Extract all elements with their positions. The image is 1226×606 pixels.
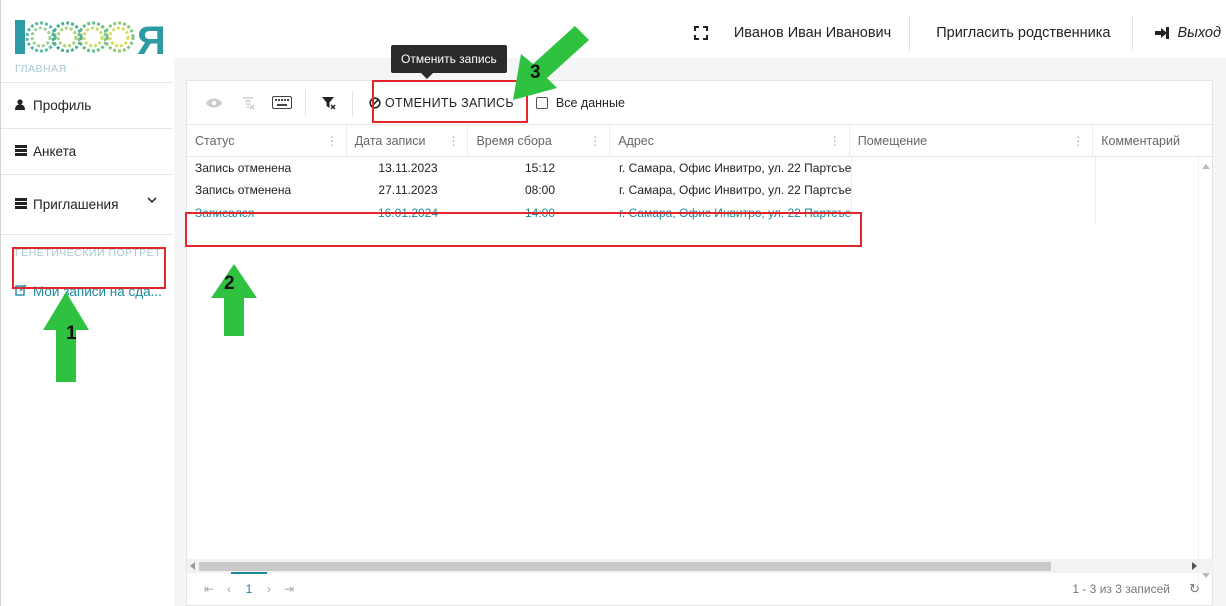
- cell-date: 27.11.2023: [378, 183, 438, 197]
- user-name[interactable]: Иванов Иван Иванович: [734, 14, 909, 52]
- grid-toolbar: ОТМЕНИТЬ ЗАПИСЬ Все данные: [187, 81, 1212, 125]
- refresh-icon[interactable]: ↻: [1189, 581, 1200, 597]
- last-page-icon[interactable]: ⇥: [279, 582, 299, 596]
- page-number-current[interactable]: 1: [231, 572, 267, 596]
- highlight-box-1: [12, 247, 166, 289]
- top-actions: Иванов Иван Иванович Пригласить родствен…: [684, 14, 1226, 52]
- sidebar-item-invitations[interactable]: Приглашения: [1, 174, 173, 234]
- grid-header: Статус ⋮ Дата записи ⋮ Время сбора ⋮ Адрес ⋮…: [187, 125, 1212, 157]
- logout-label: Выход: [1177, 25, 1221, 41]
- pager-info: 1 - 3 из 3 записей: [1072, 582, 1170, 596]
- arrow-down-left-icon: [513, 26, 589, 100]
- app-window: Я Иванов Иван Иванович Пригласить родств…: [0, 0, 1226, 606]
- cell-time: 08:00: [524, 183, 556, 197]
- keyboard-icon[interactable]: [265, 88, 299, 118]
- highlight-box-3: [372, 80, 528, 123]
- column-label: Дата записи: [354, 134, 426, 148]
- pager: ⇤ ‹ 1 › ⇥ 1 - 3 из 3 записей ↻: [187, 572, 1214, 605]
- user-icon: [15, 98, 27, 113]
- chevron-down-icon: [147, 192, 157, 207]
- divider: [352, 89, 353, 116]
- next-page-icon[interactable]: ›: [259, 582, 279, 596]
- column-menu-icon[interactable]: ⋮: [829, 125, 841, 157]
- table-row[interactable]: Запись отменена 13.11.2023 15:12 г. Сама…: [187, 157, 1212, 179]
- eye-icon[interactable]: [197, 88, 231, 118]
- column-label: Комментарий: [1101, 134, 1180, 148]
- cell-status: Запись отменена: [195, 183, 292, 197]
- highlight-box-2: [185, 212, 862, 247]
- cell-address: г. Самара, Офис Инвитро, ул. 22 Партсъез: [619, 161, 851, 175]
- list-icon: [15, 197, 27, 212]
- cell-time: 15:12: [524, 161, 556, 175]
- sidebar-item-label: Приглашения: [33, 197, 119, 212]
- column-header-comment[interactable]: Комментарий: [1093, 125, 1212, 157]
- horizontal-scrollbar[interactable]: [187, 559, 1214, 573]
- logout-button[interactable]: Выход: [1133, 14, 1226, 52]
- logo: Я: [15, 19, 165, 60]
- annotation-number-3: 3: [530, 62, 541, 83]
- invite-relative-button[interactable]: Пригласить родственника: [910, 14, 1132, 52]
- column-label: Время сбора: [476, 134, 552, 148]
- column-menu-icon[interactable]: ⋮: [326, 125, 338, 157]
- column-header-address[interactable]: Адрес ⋮: [610, 125, 850, 157]
- column-header-time[interactable]: Время сбора ⋮: [468, 125, 611, 157]
- list-icon: [15, 144, 27, 159]
- header: Я Иванов Иван Иванович Пригласить родств…: [1, 0, 1226, 62]
- column-menu-icon[interactable]: ⋮: [1072, 125, 1084, 157]
- prev-page-icon[interactable]: ‹: [219, 582, 239, 596]
- column-label: Адрес: [618, 134, 654, 148]
- appointments-grid-panel: ОТМЕНИТЬ ЗАПИСЬ Все данные Статус ⋮ Дата …: [186, 80, 1214, 606]
- column-header-room[interactable]: Помещение ⋮: [850, 125, 1094, 157]
- logout-icon: [1155, 27, 1170, 39]
- cell-date: 13.11.2023: [378, 161, 438, 175]
- filter-clear-icon[interactable]: [312, 88, 346, 118]
- sidebar-item-label: Анкета: [33, 144, 77, 159]
- first-page-icon[interactable]: ⇤: [199, 582, 219, 596]
- column-menu-icon[interactable]: ⋮: [589, 125, 601, 157]
- column-header-date[interactable]: Дата записи ⋮: [347, 125, 469, 157]
- sidebar-item-label: Профиль: [33, 98, 92, 113]
- cell-status: Запись отменена: [195, 161, 292, 175]
- tooltip-cancel-appointment: Отменить запись: [391, 45, 507, 79]
- sidebar-item-questionnaire[interactable]: Анкета: [1, 128, 173, 174]
- cell-address: г. Самара, Офис Инвитро, ул. 22 Партсъез: [619, 183, 851, 197]
- column-label: Статус: [195, 134, 235, 148]
- annotation-number-1: 1: [66, 323, 77, 344]
- table-row[interactable]: Запись отменена 27.11.2023 08:00 г. Сама…: [187, 179, 1212, 201]
- divider: [305, 89, 306, 116]
- sort-clear-icon[interactable]: [231, 88, 265, 118]
- section-label-main: ГЛАВНАЯ: [15, 63, 67, 75]
- svg-text:Я: Я: [137, 19, 165, 60]
- fullscreen-icon[interactable]: [684, 14, 718, 52]
- vertical-scrollbar[interactable]: [1198, 157, 1212, 585]
- column-menu-icon[interactable]: ⋮: [447, 125, 459, 157]
- main-area: ОТМЕНИТЬ ЗАПИСЬ Все данные Статус ⋮ Дата …: [174, 58, 1226, 606]
- column-divider: [1095, 157, 1096, 225]
- column-header-status[interactable]: Статус ⋮: [187, 125, 347, 157]
- column-label: Помещение: [857, 134, 928, 148]
- sidebar-item-profile[interactable]: Профиль: [1, 82, 173, 128]
- scrollbar-thumb[interactable]: [199, 562, 1051, 571]
- annotation-number-2: 2: [224, 273, 235, 294]
